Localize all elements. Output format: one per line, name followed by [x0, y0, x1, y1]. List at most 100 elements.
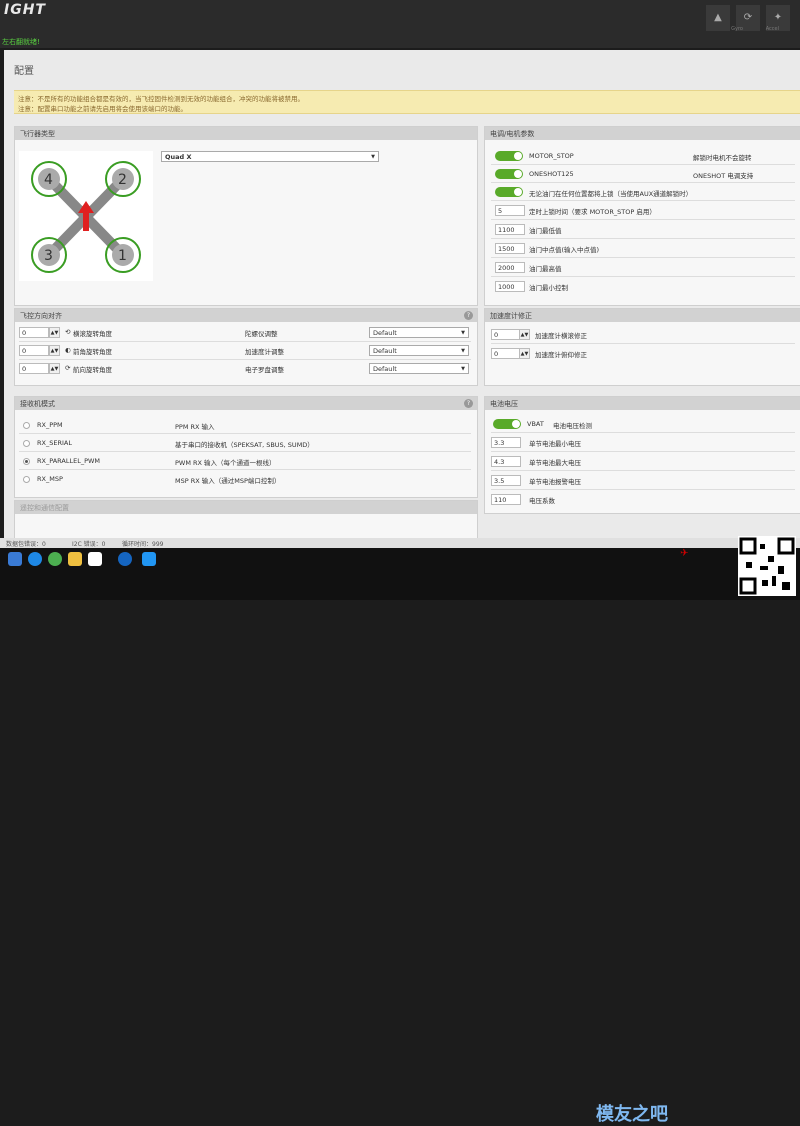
rx-ppm-desc: PPM RX 输入 [175, 423, 215, 431]
oneshot-toggle[interactable] [495, 169, 523, 179]
frame-type-value: Quad X [165, 153, 192, 161]
config-page: 配置 注意：不是所有的功能组合都是有效的，当飞控固件检测到无效的功能组合，冲突的… [4, 50, 800, 540]
gyro-align-label: 陀螺仪调整 [245, 330, 278, 338]
alignment-panel-header: 飞控方向对齐? [15, 309, 477, 322]
frame-panel-title: 飞行器类型 [20, 130, 55, 138]
acc-roll-trim-input[interactable]: 0 [491, 329, 521, 340]
arm-lock-toggle[interactable] [495, 187, 523, 197]
receiver-panel: 接收机模式? RX_PPM PPM RX 输入 RX_SERIAL 基于串口的接… [14, 396, 478, 498]
frame-type-select[interactable]: Quad X ▼ [161, 151, 379, 162]
battery-panel-title: 电池电压 [490, 400, 518, 408]
store-icon[interactable] [88, 552, 102, 566]
vbat-toggle[interactable] [493, 419, 521, 429]
motor-stop-desc: 解锁时电机不会旋转 [693, 154, 752, 162]
rx-comm-panel-title: 遥控和通信配置 [20, 504, 69, 512]
roll-angle-label: 横滚旋转角度 [73, 330, 112, 338]
motor-label-1: 1 [118, 248, 127, 264]
acc-align-select[interactable]: Default ▼ [369, 345, 469, 356]
max-throttle-input[interactable]: 2000 [495, 262, 525, 273]
help-icon[interactable]: ? [464, 399, 473, 408]
windows-start-icon[interactable] [8, 552, 22, 566]
rx-msp-desc: MSP RX 输入（通过MSP端口控制） [175, 477, 281, 485]
pitch-angle-stepper[interactable]: ▲▼ [49, 345, 60, 356]
oneshot-desc: ONESHOT 电调支持 [693, 172, 754, 180]
accel-label: Accel [765, 26, 779, 32]
cycle-time: 循环时间：999 [122, 541, 164, 548]
auto-disarm-input[interactable]: 5 [495, 205, 525, 216]
gyro-align-select[interactable]: Default ▼ [369, 327, 469, 338]
mid-throttle-input[interactable]: 1500 [495, 243, 525, 254]
max-cell-voltage-label: 单节电池最大电压 [529, 459, 581, 467]
rx-serial-radio[interactable] [23, 440, 30, 447]
rx-msp-label: RX_MSP [37, 475, 63, 483]
roll-angle-input[interactable]: 0 [19, 327, 49, 338]
min-command-input[interactable]: 1000 [495, 281, 525, 292]
roll-angle-stepper[interactable]: ▲▼ [49, 327, 60, 338]
gyro-label: Gyro [731, 26, 743, 32]
receiver-panel-header: 接收机模式? [15, 397, 477, 410]
mag-align-value: Default [373, 365, 397, 373]
gyro-align-value: Default [373, 329, 397, 337]
esc-panel: 电调/电机参数 MOTOR_STOP 解锁时电机不会旋转 ONESHOT125 … [484, 126, 800, 306]
acc-trim-panel-header: 加速度计修正 [485, 309, 800, 322]
notice-line-1: 注意：不是所有的功能组合都是有效的，当飞控固件检测到无效的功能组合，冲突的功能将… [18, 95, 304, 103]
min-cell-voltage-label: 单节电池最小电压 [529, 440, 581, 448]
auto-disarm-label: 定时上锁时间（要求 MOTOR_STOP 启用） [529, 208, 656, 216]
ie-icon[interactable] [28, 552, 42, 566]
app-logo: IGHT [4, 2, 46, 18]
top-bar: IGHT ▲ ⟳ ✦ Gyro Accel [0, 0, 800, 36]
esc-panel-header: 电调/电机参数 [485, 127, 800, 140]
acc-trim-panel-title: 加速度计修正 [490, 312, 532, 320]
rx-msp-radio[interactable] [23, 476, 30, 483]
roll-icon: ⟲ [65, 328, 71, 336]
rx-parallel-pwm-label: RX_PARALLEL_PWM [37, 457, 101, 465]
rx-ppm-radio[interactable] [23, 422, 30, 429]
mag-align-select[interactable]: Default ▼ [369, 363, 469, 374]
max-throttle-label: 油门最高值 [529, 265, 562, 273]
frame-panel: 飞行器类型 4 2 3 1 Quad X ▼ [14, 126, 478, 306]
warn-cell-voltage-input[interactable]: 3.5 [491, 475, 521, 486]
max-cell-voltage-input[interactable]: 4.3 [491, 456, 521, 467]
status-bar: 数据包错误：0 I2C 错误：0 循环时间：999 [0, 538, 800, 548]
rx-parallel-pwm-radio[interactable] [23, 458, 30, 465]
chevron-down-icon: ▼ [371, 154, 375, 160]
min-cell-voltage-input[interactable]: 3.3 [491, 437, 521, 448]
yaw-angle-stepper[interactable]: ▲▼ [49, 363, 60, 374]
chevron-down-icon: ▼ [461, 348, 465, 354]
warn-cell-voltage-label: 单节电池报警电压 [529, 478, 581, 486]
pitch-angle-input[interactable]: 0 [19, 345, 49, 356]
help-icon[interactable]: ? [464, 311, 473, 320]
receiver-panel-title: 接收机模式 [20, 400, 55, 408]
chrome-icon[interactable] [48, 552, 62, 566]
voltage-scale-input[interactable]: 110 [491, 494, 521, 505]
status-text: 左右翻就绪! [2, 38, 40, 46]
motor-label-2: 2 [118, 172, 127, 188]
yaw-angle-label: 航向旋转角度 [73, 366, 112, 374]
acc-roll-trim-stepper[interactable]: ▲▼ [519, 329, 530, 340]
mag-align-label: 电子罗盘调整 [245, 366, 284, 374]
motor-label-4: 4 [44, 172, 53, 188]
chevron-down-icon: ▼ [461, 330, 465, 336]
page-title: 配置 [14, 66, 34, 77]
device-icon: ▲ [706, 5, 730, 31]
app-k-icon[interactable] [118, 552, 132, 566]
esc-panel-title: 电调/电机参数 [490, 130, 535, 138]
acc-roll-trim-label: 加速度计横滚修正 [535, 332, 587, 340]
acc-pitch-trim-input[interactable]: 0 [491, 348, 521, 359]
pitch-angle-label: 前角旋转角度 [73, 348, 112, 356]
min-throttle-input[interactable]: 1100 [495, 224, 525, 235]
rx-comm-panel: 遥控和通信配置 [14, 500, 478, 540]
rx-serial-label: RX_SERIAL [37, 439, 72, 447]
yaw-angle-input[interactable]: 0 [19, 363, 49, 374]
folder-icon[interactable] [68, 552, 82, 566]
qr-code [738, 536, 796, 596]
notice-box: 注意：不是所有的功能组合都是有效的，当飞控固件检测到无效的功能组合，冲突的功能将… [14, 90, 800, 114]
min-command-label: 油门最小控制 [529, 284, 568, 292]
acc-pitch-trim-stepper[interactable]: ▲▼ [519, 348, 530, 359]
motor-stop-toggle[interactable] [495, 151, 523, 161]
quad-x-diagram: 4 2 3 1 [31, 161, 141, 273]
yaw-icon: ⟳ [65, 364, 71, 372]
app-blue-icon[interactable] [142, 552, 156, 566]
acc-trim-panel: 加速度计修正 0 ▲▼ 加速度计横滚修正 0 ▲▼ 加速度计俯仰修正 [484, 308, 800, 386]
rx-comm-panel-header: 遥控和通信配置 [15, 501, 477, 514]
